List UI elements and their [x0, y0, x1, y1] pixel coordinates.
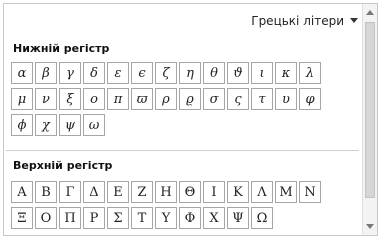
symbol-button[interactable]: Μ	[275, 181, 297, 203]
symbol-button[interactable]: Ο	[35, 207, 57, 229]
symbol-button[interactable]: δ	[83, 62, 105, 84]
symbol-button[interactable]: ϕ	[11, 114, 33, 136]
symbol-button[interactable]: Δ	[83, 181, 105, 203]
symbol-button[interactable]: κ	[275, 62, 297, 84]
symbol-button[interactable]: ο	[83, 88, 105, 110]
symbol-button[interactable]: θ	[203, 62, 225, 84]
lowercase-symbol-grid: αβγδεϵζηθϑικλ μνξοπϖρϱσςτυφ ϕχψω	[11, 62, 321, 136]
symbol-button[interactable]: ζ	[155, 62, 177, 84]
symbol-button[interactable]: ϑ	[227, 62, 249, 84]
symbol-button[interactable]: τ	[251, 88, 273, 110]
uppercase-symbol-grid: ΑΒΓΔΕΖΗΘΙΚΛΜΝ ΞΟΠΡΣΤΥΦΧΨΩ	[11, 181, 321, 229]
symbol-button[interactable]: ψ	[59, 114, 81, 136]
symbol-button[interactable]: χ	[35, 114, 57, 136]
scrollbar-thumb[interactable]	[365, 22, 375, 198]
symbol-button[interactable]: ϖ	[131, 88, 153, 110]
symbol-button[interactable]: Λ	[251, 181, 273, 203]
symbol-set-dropdown[interactable]: Грецькі літери	[251, 14, 358, 28]
symbol-button[interactable]: Τ	[131, 207, 153, 229]
arrow-up-icon	[366, 10, 374, 15]
symbol-button[interactable]: π	[107, 88, 129, 110]
greek-letters-panel: Грецькі літери Нижній регістр αβγδεϵζηθϑ…	[3, 3, 378, 236]
symbol-button[interactable]: ξ	[59, 88, 81, 110]
lowercase-section-title: Нижній регістр	[13, 42, 110, 55]
symbol-button[interactable]: υ	[275, 88, 297, 110]
symbol-button[interactable]: ς	[227, 88, 249, 110]
symbol-button[interactable]: Ε	[107, 181, 129, 203]
symbol-button[interactable]: ϱ	[179, 88, 201, 110]
symbol-button[interactable]: ι	[251, 62, 273, 84]
symbol-set-dropdown-label: Грецькі літери	[251, 14, 344, 28]
symbol-button[interactable]: μ	[11, 88, 33, 110]
symbol-button[interactable]: Χ	[203, 207, 225, 229]
panel-header: Грецькі літери	[4, 4, 361, 36]
symbol-button[interactable]: Ν	[299, 181, 321, 203]
symbol-button[interactable]: ε	[107, 62, 129, 84]
chevron-down-icon	[350, 18, 358, 23]
symbol-button[interactable]: Π	[59, 207, 81, 229]
symbol-button[interactable]: ν	[35, 88, 57, 110]
symbol-button[interactable]: Σ	[107, 207, 129, 229]
symbol-button[interactable]: Α	[11, 181, 33, 203]
symbol-button[interactable]: σ	[203, 88, 225, 110]
symbol-button[interactable]: Β	[35, 181, 57, 203]
symbol-button[interactable]: Θ	[179, 181, 201, 203]
symbol-button[interactable]: Υ	[155, 207, 177, 229]
symbol-button[interactable]: Γ	[59, 181, 81, 203]
section-divider	[6, 150, 359, 151]
symbol-button[interactable]: Φ	[179, 207, 201, 229]
symbol-button[interactable]: Ξ	[11, 207, 33, 229]
symbol-button[interactable]: η	[179, 62, 201, 84]
scroll-down-button[interactable]	[363, 219, 377, 234]
symbol-button[interactable]: Ρ	[83, 207, 105, 229]
symbol-button[interactable]: Ζ	[131, 181, 153, 203]
symbol-button[interactable]: ϵ	[131, 62, 153, 84]
vertical-scrollbar[interactable]	[362, 4, 377, 235]
symbol-button[interactable]: γ	[59, 62, 81, 84]
symbol-button[interactable]: β	[35, 62, 57, 84]
symbol-button[interactable]: α	[11, 62, 33, 84]
symbol-button[interactable]: λ	[299, 62, 321, 84]
symbol-button[interactable]: Η	[155, 181, 177, 203]
symbol-button[interactable]: Ω	[251, 207, 273, 229]
symbol-button[interactable]: φ	[299, 88, 321, 110]
symbol-button[interactable]: ρ	[155, 88, 177, 110]
scroll-up-button[interactable]	[363, 5, 377, 20]
arrow-down-icon	[366, 224, 374, 229]
symbol-button[interactable]: Ι	[203, 181, 225, 203]
uppercase-section-title: Верхній регістр	[13, 159, 113, 172]
symbol-button[interactable]: Κ	[227, 181, 249, 203]
symbol-button[interactable]: Ψ	[227, 207, 249, 229]
symbol-button[interactable]: ω	[83, 114, 105, 136]
